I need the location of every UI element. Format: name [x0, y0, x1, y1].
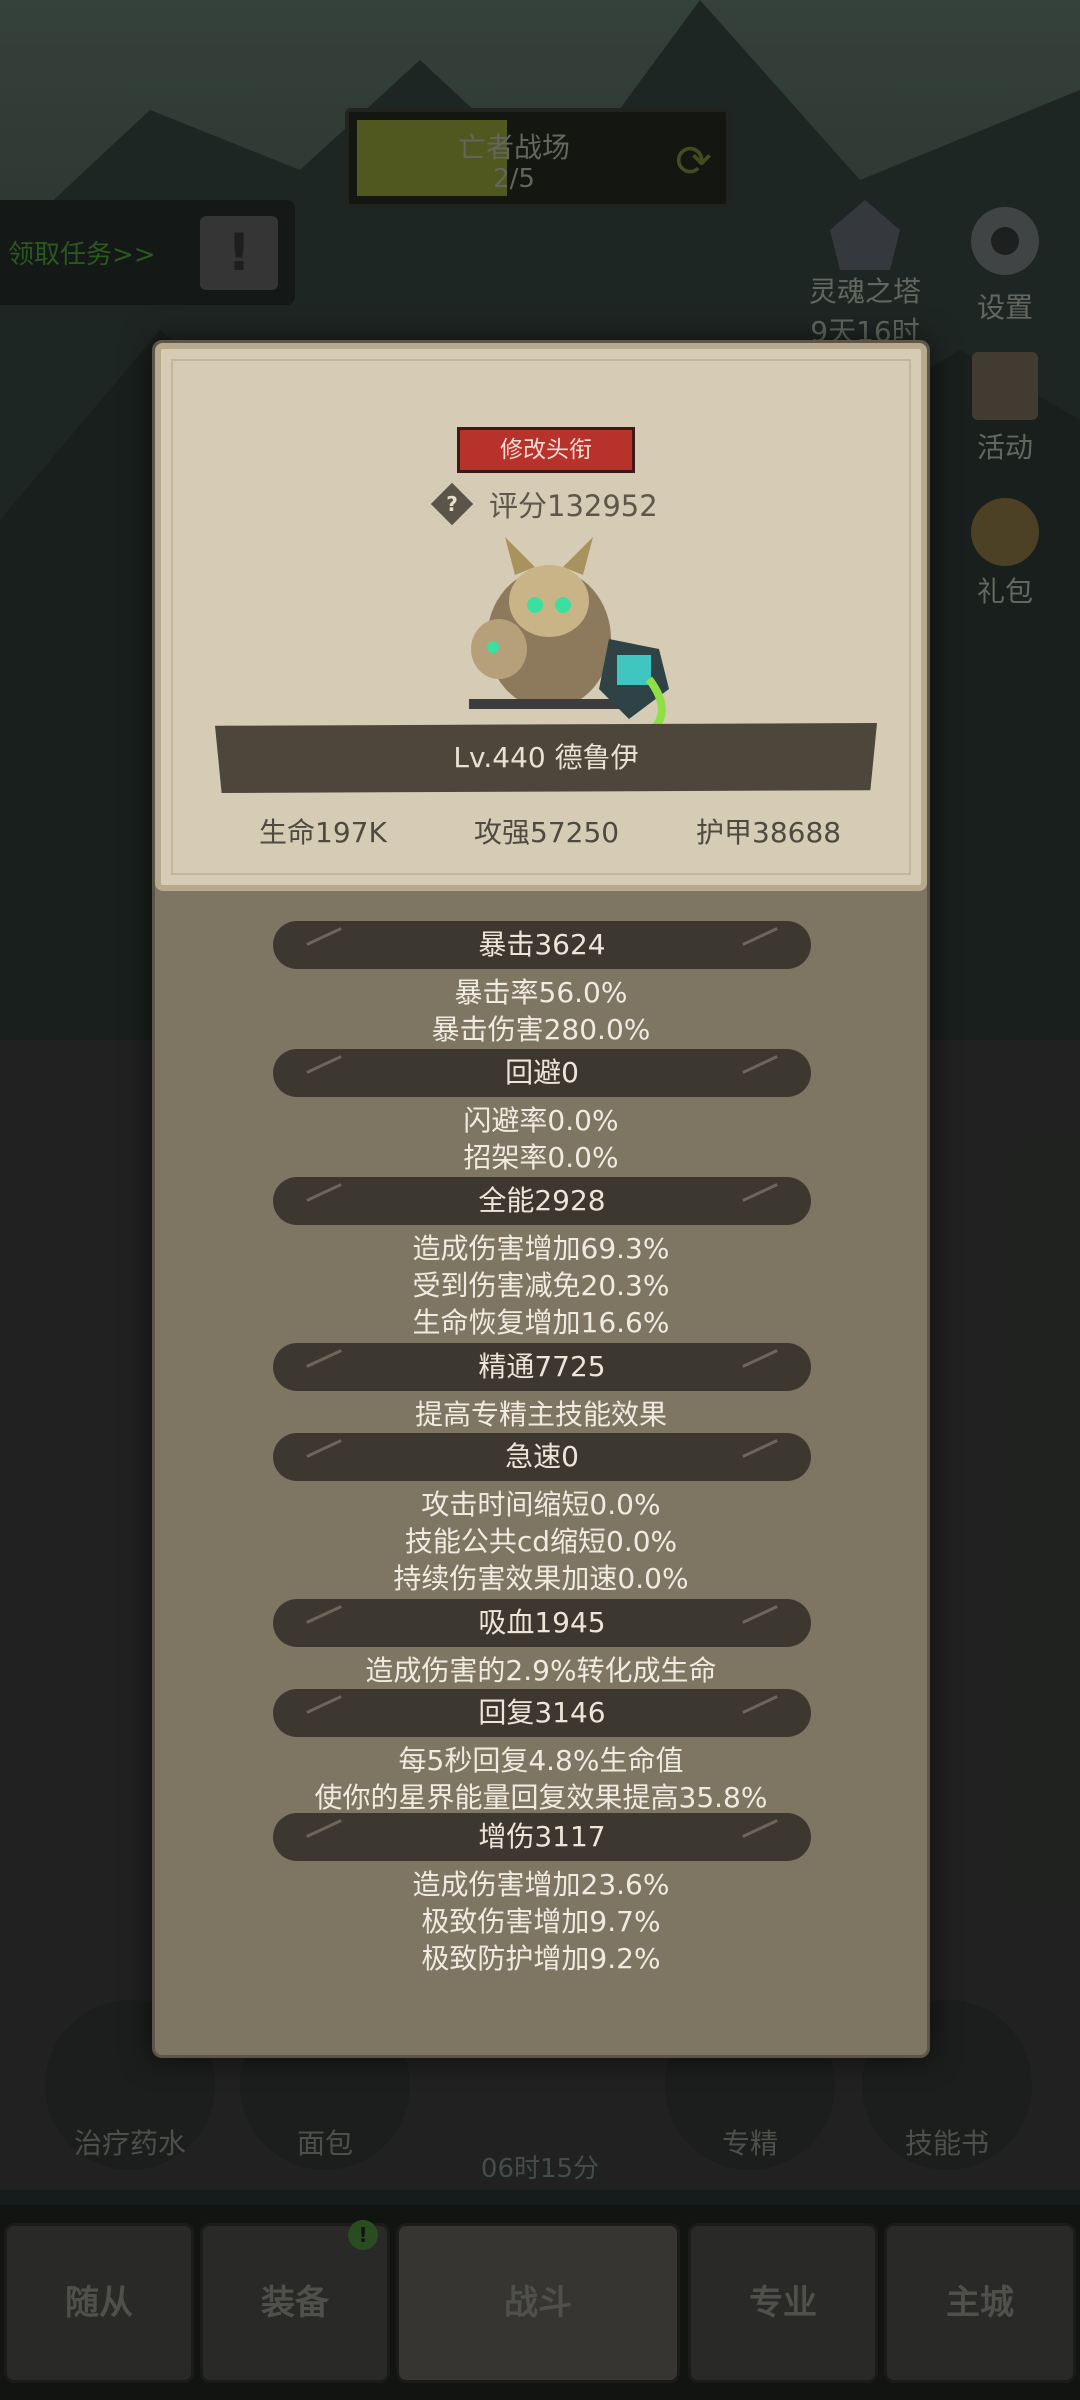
section-header: 回避0	[273, 1049, 811, 1097]
druid-character-image	[469, 537, 669, 739]
stat-line: 提高专精主技能效果	[414, 1398, 667, 1431]
score-value: 评分132952	[489, 489, 658, 523]
hp-stat: 生命197K	[259, 816, 387, 849]
stat-line: 生命恢复增加16.6%	[412, 1306, 670, 1339]
stat-line: 暴击伤害280.0%	[431, 1013, 651, 1046]
section-header: 回复3146	[273, 1689, 811, 1737]
stat-line: 暴击率56.0%	[454, 976, 628, 1009]
character-card: 修改头衔 ? 评分132952 Lv.440 德鲁伊 生命197K 攻强5725…	[155, 343, 927, 891]
stat-line: 攻击时间缩短0.0%	[421, 1488, 661, 1521]
stat-line: 造成伤害增加69.3%	[412, 1232, 670, 1265]
stat-line: 使你的星界能量回复效果提高35.8%	[314, 1781, 768, 1814]
stat-line: 闪避率0.0%	[463, 1104, 619, 1137]
section-header: 急速0	[273, 1433, 811, 1481]
basic-stats: 生命197K 攻强57250 护甲38688	[161, 811, 933, 861]
section-header: 暴击3624	[273, 921, 811, 969]
stat-line: 持续伤害效果加速0.0%	[393, 1562, 689, 1595]
score-row: ? 评分132952	[430, 482, 658, 526]
character-name-banner: Lv.440 德鲁伊	[215, 723, 877, 793]
change-title-button[interactable]: 修改头衔	[457, 427, 635, 473]
character-stats-modal: 修改头衔 ? 评分132952 Lv.440 德鲁伊 生命197K 攻强5725…	[152, 340, 930, 2058]
section-header: 精通7725	[273, 1343, 811, 1391]
stat-line: 极致防护增加9.2%	[421, 1942, 661, 1975]
stat-line: 极致伤害增加9.7%	[421, 1905, 661, 1938]
section-header: 全能2928	[273, 1177, 811, 1225]
stat-line: 每5秒回复4.8%生命值	[398, 1744, 684, 1777]
stat-line: 技能公共cd缩短0.0%	[404, 1525, 678, 1558]
section-header: 增伤3117	[273, 1813, 811, 1861]
stat-line: 招架率0.0%	[463, 1141, 619, 1174]
stat-line: 受到伤害减免20.3%	[412, 1269, 670, 1302]
help-icon[interactable]: ?	[430, 482, 474, 526]
stat-line: 造成伤害增加23.6%	[412, 1868, 670, 1901]
attack-stat: 攻强57250	[474, 816, 620, 849]
stat-line: 造成伤害的2.9%转化成生命	[365, 1654, 717, 1687]
section-header: 吸血1945	[273, 1599, 811, 1647]
armor-stat: 护甲38688	[696, 816, 842, 849]
